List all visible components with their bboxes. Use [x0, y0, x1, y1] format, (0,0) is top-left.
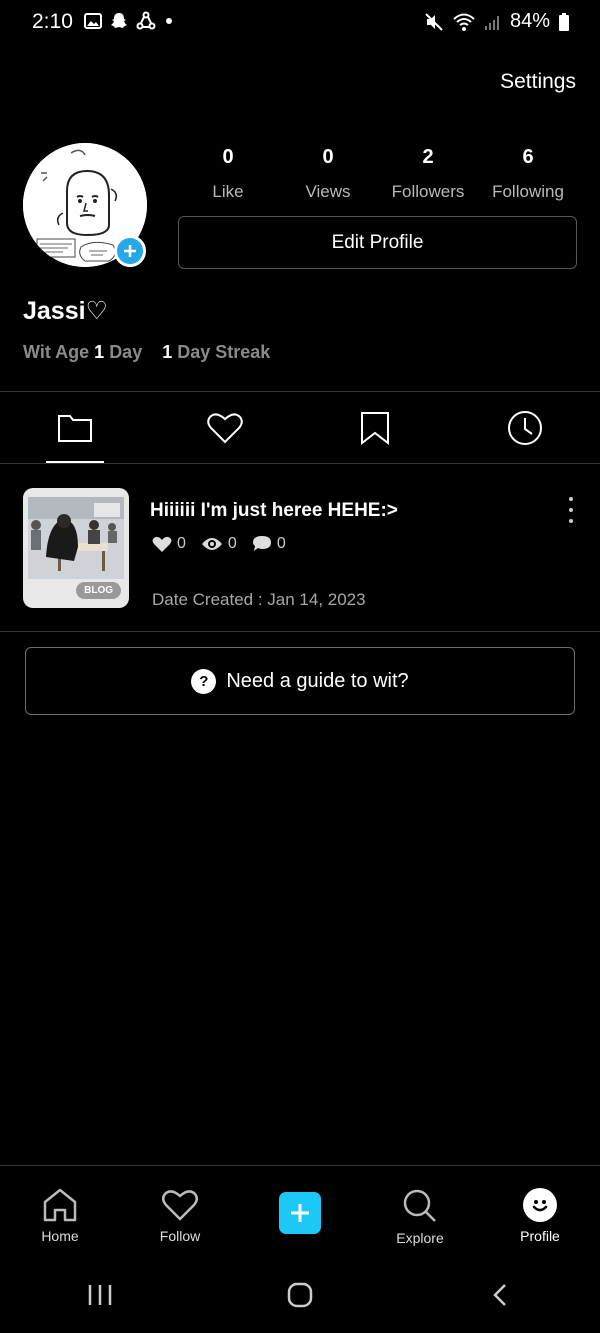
home-button[interactable]: [200, 1281, 400, 1309]
comment-icon: [252, 536, 271, 551]
recents-button[interactable]: [0, 1283, 200, 1307]
stat-value: 0: [322, 146, 334, 168]
stat-views[interactable]: 0 Views: [278, 146, 378, 202]
status-bar: 2:10 84%: [0, 0, 600, 44]
add-avatar-button[interactable]: [114, 235, 146, 267]
folder-icon: [58, 415, 92, 442]
bottom-nav: Home Follow Explore Profile: [0, 1165, 600, 1257]
nav-explore[interactable]: Explore: [360, 1166, 480, 1258]
image-icon: [84, 13, 102, 29]
smiley-icon: [523, 1188, 557, 1222]
nav-follow[interactable]: Follow: [120, 1166, 240, 1258]
post-title[interactable]: Hiiiiii I'm just heree HEHE:>: [150, 500, 398, 522]
post-item[interactable]: BLOG Hiiiiii I'm just heree HEHE:> 0 0 0…: [0, 465, 600, 631]
streak-value: 1: [162, 342, 173, 362]
battery-icon: [559, 12, 569, 31]
streak-label: Day Streak: [177, 342, 271, 362]
nav-profile[interactable]: Profile: [480, 1166, 600, 1258]
nav-label: Explore: [396, 1230, 444, 1246]
nav-label: Follow: [159, 1228, 201, 1244]
tab-saved[interactable]: [300, 392, 450, 464]
post-likes-count: 0: [177, 535, 186, 552]
back-icon: [493, 1284, 506, 1306]
tab-posts[interactable]: [0, 392, 150, 464]
post-stats: 0 0 0: [152, 535, 296, 553]
profile-stats: 0 Like 0 Views 2 Followers 6 Following: [178, 146, 578, 202]
stat-value: 0: [222, 146, 234, 168]
stat-following[interactable]: 6 Following: [478, 146, 578, 202]
heart-icon: [152, 536, 172, 552]
bookmark-icon: [361, 412, 389, 445]
home-circle-icon: [287, 1282, 313, 1308]
home-icon: [43, 1188, 77, 1222]
stat-label: Following: [492, 182, 564, 201]
stat-label: Followers: [391, 182, 465, 201]
tab-history[interactable]: [450, 392, 600, 464]
share-icon: [136, 11, 156, 30]
thumbnail-image: [28, 497, 124, 579]
heart-icon: [162, 1190, 198, 1221]
divider: [0, 631, 600, 632]
nav-create[interactable]: [240, 1166, 360, 1258]
post-thumbnail[interactable]: BLOG: [23, 488, 129, 608]
status-time: 2:10: [32, 10, 73, 33]
snapchat-icon: [111, 13, 127, 28]
stat-value: 2: [422, 146, 434, 168]
more-vert-icon: [569, 497, 573, 501]
guide-button[interactable]: ? Need a guide to wit?: [25, 647, 575, 715]
dot-icon: [166, 18, 172, 24]
heart-icon: [207, 413, 243, 444]
plus-icon: [291, 1204, 309, 1222]
battery-percent: 84%: [509, 10, 550, 32]
search-icon: [403, 1189, 436, 1222]
stat-label: Views: [305, 182, 351, 201]
mute-icon: [425, 12, 443, 31]
nav-label: Home: [41, 1228, 79, 1244]
system-nav: [0, 1257, 600, 1333]
guide-label: Need a guide to wit?: [226, 669, 409, 692]
post-more-button[interactable]: [564, 497, 578, 523]
stat-label: Like: [212, 182, 244, 201]
stat-followers[interactable]: 2 Followers: [378, 146, 478, 202]
post-date: Date Created : Jan 14, 2023: [152, 590, 366, 609]
nav-home[interactable]: Home: [0, 1166, 120, 1258]
wifi-icon: [453, 13, 475, 31]
eye-icon: [201, 538, 222, 550]
wit-age-label: Wit Age: [23, 342, 90, 362]
signal-icon: [484, 15, 499, 30]
stat-like[interactable]: 0 Like: [178, 146, 278, 202]
nav-label: Profile: [520, 1228, 560, 1244]
back-button[interactable]: [400, 1282, 600, 1308]
recents-icon: [88, 1285, 112, 1305]
username: Jassi♡: [23, 297, 108, 325]
settings-link[interactable]: Settings: [500, 70, 576, 94]
plus-icon: [124, 245, 136, 257]
profile-meta: Wit Age 1 Day 1 Day Streak: [23, 342, 270, 363]
help-icon: ?: [191, 668, 217, 694]
edit-profile-button[interactable]: Edit Profile: [178, 216, 577, 269]
tab-liked[interactable]: [150, 392, 300, 464]
profile-tabs: [0, 392, 600, 464]
post-comments-count: 0: [276, 535, 286, 552]
post-views-count: 0: [227, 535, 237, 552]
clock-icon: [508, 411, 542, 445]
wit-age-value: 1: [94, 342, 105, 362]
create-button[interactable]: [279, 1192, 321, 1234]
stat-value: 6: [522, 146, 534, 168]
post-type-badge: BLOG: [76, 582, 121, 599]
wit-age-unit: Day: [109, 342, 143, 362]
divider: [0, 463, 600, 464]
